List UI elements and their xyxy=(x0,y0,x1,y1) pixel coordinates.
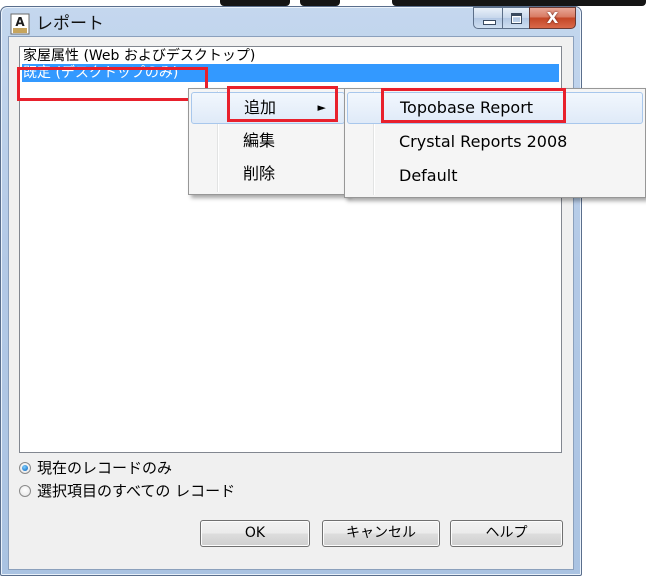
svg-text:A: A xyxy=(15,15,25,29)
help-button[interactable]: ヘルプ xyxy=(450,520,563,547)
ok-button[interactable]: OK xyxy=(200,520,310,547)
add-submenu: Topobase Report Crystal Reports 2008 Def… xyxy=(344,88,646,198)
submenu-item-crystal-reports[interactable]: Crystal Reports 2008 xyxy=(347,126,643,158)
menu-item-delete[interactable]: 削除 xyxy=(191,158,345,190)
caption-buttons: X xyxy=(473,7,576,31)
window-title: レポート xyxy=(36,14,104,34)
menu-item-label: 追加 xyxy=(244,98,277,117)
minimize-button[interactable] xyxy=(473,7,502,29)
menu-item-edit[interactable]: 編集 xyxy=(191,125,345,157)
submenu-item-topobase-report[interactable]: Topobase Report xyxy=(347,92,643,124)
radio-checked-icon[interactable] xyxy=(19,462,31,474)
menu-item-label: Topobase Report xyxy=(400,98,534,117)
radio-label: 選択項目のすべての レコード xyxy=(37,482,236,500)
menu-item-label: 編集 xyxy=(243,131,276,150)
app-icon[interactable]: A xyxy=(10,13,30,35)
menu-item-add[interactable]: 追加 ► xyxy=(191,92,345,124)
maximize-button[interactable] xyxy=(502,7,529,29)
minimize-icon xyxy=(483,20,496,25)
context-menu: 追加 ► 編集 削除 xyxy=(188,88,348,195)
list-item-selected[interactable]: 既定 (デスクトップのみ) xyxy=(22,64,559,82)
radio-all-selected-records[interactable]: 選択項目のすべての レコード xyxy=(19,481,235,501)
menu-item-label: 削除 xyxy=(243,164,276,183)
radio-current-record[interactable]: 現在のレコードのみ xyxy=(19,458,172,478)
close-icon: X xyxy=(546,9,559,27)
menu-item-label: Crystal Reports 2008 xyxy=(399,132,568,151)
close-button[interactable]: X xyxy=(529,7,576,29)
menu-item-label: Default xyxy=(399,166,458,185)
radio-unchecked-icon[interactable] xyxy=(19,485,31,497)
cancel-button[interactable]: キャンセル xyxy=(322,520,440,547)
submenu-arrow-icon: ► xyxy=(317,101,326,114)
list-item[interactable]: 家屋属性 (Web およびデスクトップ) xyxy=(22,47,255,65)
maximize-icon xyxy=(511,13,522,24)
radio-label: 現在のレコードのみ xyxy=(37,459,173,477)
submenu-item-default[interactable]: Default xyxy=(347,160,643,192)
